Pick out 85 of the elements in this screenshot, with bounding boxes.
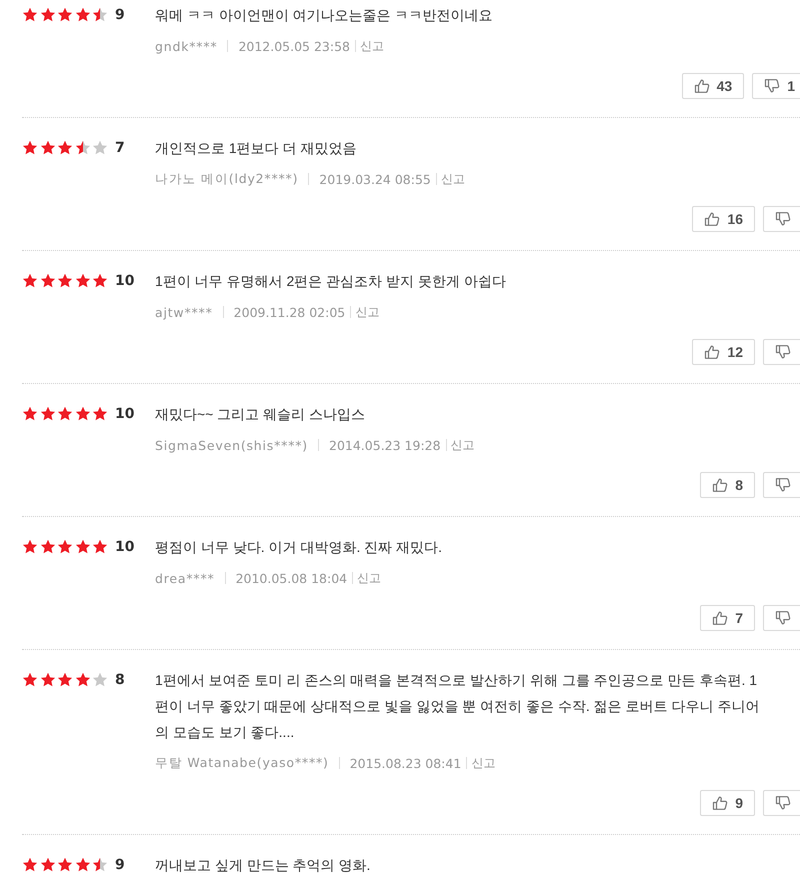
thumbs-down-icon — [775, 477, 791, 493]
author-name: ajtw**** — [155, 304, 213, 320]
dislike-button[interactable] — [763, 605, 800, 631]
review-date: 2012.05.05 23:58 — [238, 38, 350, 54]
review-text: 재밌다~~ 그리고 웨슬리 스나입스 — [155, 405, 366, 424]
thumbs-down-icon — [775, 795, 791, 811]
thumbs-down-icon — [775, 610, 791, 626]
like-button[interactable]: 9 — [700, 790, 755, 816]
star-icon — [57, 539, 73, 555]
review-date: 2009.11.28 02:05 — [234, 304, 346, 320]
star-icon — [57, 857, 73, 873]
star-icon — [22, 539, 38, 555]
review-date: 2019.03.24 08:55 — [319, 172, 431, 186]
author-name: gndk**** — [155, 38, 218, 54]
star-icon — [40, 539, 56, 555]
star-icon — [22, 140, 38, 156]
star-icon — [74, 857, 90, 873]
star-icon — [22, 273, 38, 289]
rating-score: 8 — [115, 671, 125, 690]
star-icon — [57, 672, 73, 688]
rating-score: 9 — [115, 6, 125, 25]
dislike-button[interactable] — [763, 339, 800, 365]
thumbs-up-icon — [704, 211, 720, 227]
author-name: 무탈 Watanabe(yaso****) — [155, 754, 329, 772]
thumbs-up-icon — [704, 344, 720, 360]
star-icon — [74, 7, 90, 23]
half-star-icon — [74, 140, 90, 156]
star-icon — [22, 857, 38, 873]
star-icon — [22, 672, 38, 688]
star-icon — [40, 406, 56, 422]
author-name: drea**** — [155, 570, 215, 586]
review-text: 워메 ㅋㅋ 아이언맨이 여기나오는줄은 ㅋㅋ반전이네요 — [155, 6, 494, 25]
star-icon — [57, 273, 73, 289]
review-text: 1편에서 보여준 토미 리 존스의 매력을 본격적으로 발산하기 위해 그를 주인공으로 만든 후속편. 1편이 너무 좋았기 때문에 상대적으로 빛을 잃었을 뿐 여전히 좋은 수작. 젊은 로버트 다우니 주니어의 모습도 보기 좋다.... — [155, 671, 760, 742]
review-text: 꺼내보고 싶게 만드는 추억의 영화. — [155, 856, 372, 875]
star-icon — [92, 539, 108, 555]
star-icon — [40, 273, 56, 289]
like-button[interactable]: 12 — [692, 339, 755, 365]
rating-score: 10 — [115, 272, 134, 291]
rating-score: 9 — [115, 856, 125, 875]
half-star-icon — [92, 857, 108, 873]
star-icon — [74, 406, 90, 422]
like-button[interactable]: 8 — [700, 472, 755, 498]
review-date: 2014.05.23 19:28 — [329, 438, 441, 452]
thumbs-down-icon — [775, 344, 791, 360]
like-button[interactable]: 16 — [692, 206, 755, 232]
thumbs-up-icon — [712, 477, 728, 493]
thumbs-up-icon — [694, 78, 710, 94]
thumbs-down-icon — [764, 78, 780, 94]
rating-score: 10 — [115, 405, 134, 424]
half-star-icon — [92, 7, 108, 23]
star-icon — [57, 7, 73, 23]
review-text: 평점이 너무 낮다. 이거 대박영화. 진짜 재밌다. — [155, 538, 444, 557]
author-name: SigmaSeven(shis****) — [155, 438, 308, 452]
thumbs-down-icon — [775, 211, 791, 227]
review-date: 2010.05.08 18:04 — [236, 570, 348, 586]
review-text: 개인적으로 1편보다 더 재밌었음 — [155, 139, 358, 158]
star-icon — [74, 672, 90, 688]
star-icon — [40, 140, 56, 156]
star-icon — [40, 672, 56, 688]
star-icon — [22, 406, 38, 422]
dislike-button[interactable] — [763, 206, 800, 232]
star-icon — [40, 7, 56, 23]
empty-star-icon — [92, 672, 108, 688]
dislike-button[interactable] — [763, 790, 800, 816]
author-name: 나가노 메이(ldy2****) — [155, 170, 298, 188]
rating-score: 10 — [115, 538, 134, 557]
star-icon — [22, 7, 38, 23]
dislike-button[interactable]: 1 — [752, 73, 800, 99]
star-icon — [92, 273, 108, 289]
thumbs-up-icon — [712, 795, 728, 811]
star-icon — [74, 539, 90, 555]
review-date: 2015.08.23 08:41 — [350, 756, 462, 770]
star-icon — [57, 140, 73, 156]
like-button[interactable]: 43 — [682, 73, 744, 99]
thumbs-up-icon — [712, 610, 728, 626]
review-text: 1편이 너무 유명해서 2편은 관심조차 받지 못한게 아쉽다 — [155, 272, 507, 291]
empty-star-icon — [92, 140, 108, 156]
star-icon — [57, 406, 73, 422]
star-icon — [92, 406, 108, 422]
star-icon — [74, 273, 90, 289]
star-icon — [40, 857, 56, 873]
rating-score: 7 — [115, 139, 125, 158]
like-button[interactable]: 7 — [700, 605, 755, 631]
dislike-button[interactable] — [763, 472, 800, 498]
